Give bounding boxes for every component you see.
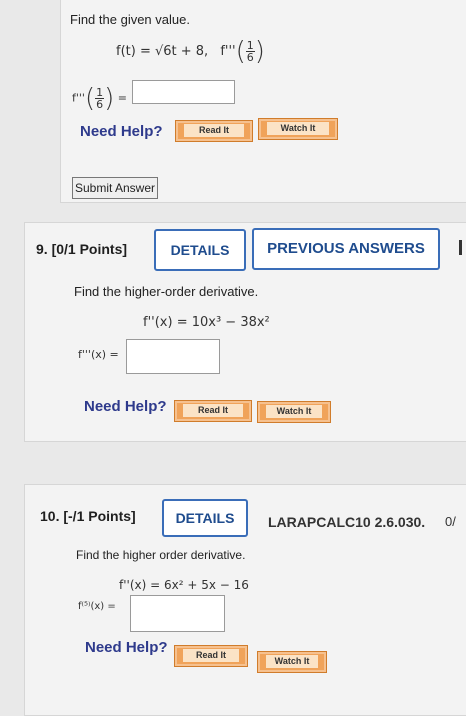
- answer-label: f⁽⁵⁾(x) =: [78, 601, 116, 612]
- read-it-button[interactable]: Read It: [175, 120, 253, 142]
- submit-answer-button[interactable]: Submit Answer: [72, 177, 158, 199]
- given-derivative: f''(x) = 6x² + 5x − 16: [119, 578, 249, 592]
- question-number: 9. [0/1 Points]: [36, 241, 128, 257]
- need-help-label: Need Help?: [85, 639, 168, 656]
- question-prompt: Find the higher order derivative.: [76, 548, 246, 562]
- watch-it-button[interactable]: Watch It: [257, 401, 331, 423]
- answer-input[interactable]: [130, 595, 225, 632]
- watch-it-button[interactable]: Watch It: [258, 118, 338, 140]
- answer-input[interactable]: [126, 339, 220, 374]
- need-help-label: Need Help?: [84, 398, 167, 415]
- details-button[interactable]: DETAILS: [154, 229, 246, 271]
- eval-fn: f''': [220, 44, 236, 59]
- function-text: f(t) = √6t + 8,: [116, 44, 209, 59]
- eval-fraction: 16: [245, 39, 255, 64]
- given-derivative: f''(x) = 10x³ − 38x²: [143, 315, 270, 330]
- function-definition: f(t) = √6t + 8, f'''(1 6): [116, 36, 265, 67]
- need-help-label: Need Help?: [80, 123, 163, 140]
- cut-off-score: 0/: [445, 514, 456, 529]
- answer-label: f'''(x) =: [78, 348, 119, 361]
- details-button[interactable]: DETAILS: [162, 499, 248, 537]
- source-label: LARAPCALC10 2.6.030.: [268, 514, 426, 530]
- read-it-button[interactable]: Read It: [174, 400, 252, 422]
- watch-it-button[interactable]: Watch It: [257, 651, 327, 673]
- question-number: 10. [-/1 Points]: [40, 508, 136, 524]
- answer-label: f'''(1 6) =: [72, 83, 127, 114]
- read-it-button[interactable]: Read It: [174, 645, 248, 667]
- cut-off-text-marker: [459, 240, 462, 255]
- previous-answers-button[interactable]: PREVIOUS ANSWERS: [252, 228, 440, 270]
- question-prompt: Find the higher-order derivative.: [74, 284, 259, 299]
- answer-input[interactable]: [132, 80, 235, 104]
- question-prompt: Find the given value.: [70, 12, 190, 27]
